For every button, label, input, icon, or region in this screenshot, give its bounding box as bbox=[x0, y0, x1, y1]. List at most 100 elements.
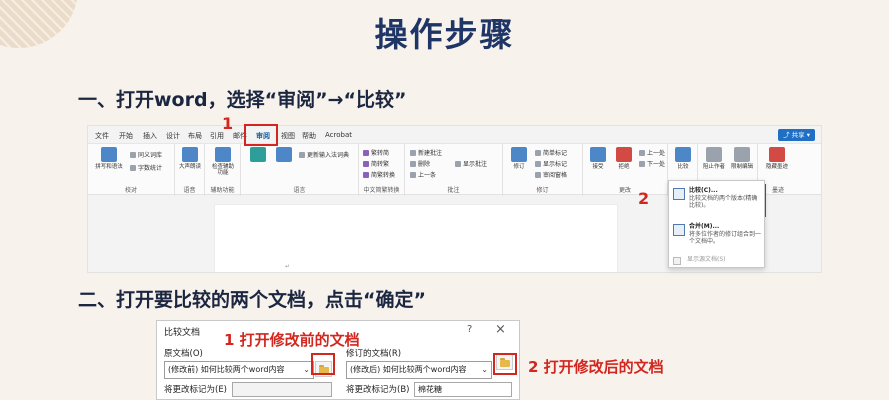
chinese-conversion-button[interactable]: 简繁转换 bbox=[363, 170, 395, 179]
tab-file[interactable]: 文件 bbox=[95, 131, 109, 141]
combine-icon bbox=[673, 224, 685, 236]
show-comments-icon bbox=[455, 161, 461, 167]
next-change-button[interactable]: 下一处 bbox=[639, 159, 665, 168]
previous-comment-button[interactable]: 上一条 bbox=[410, 170, 436, 179]
group-label-comments: 批注 bbox=[447, 187, 460, 194]
group-accessibility: 检查辅助功能 辅助功能 bbox=[205, 144, 241, 196]
step-two-heading: 二、打开要比较的两个文档，点击“确定” bbox=[78, 289, 426, 311]
group-tracking: 修订 简单标记 显示标记 审阅窗格 修订 bbox=[503, 144, 583, 196]
group-label-speech: 语音 bbox=[183, 187, 196, 194]
show-markup-icon bbox=[535, 161, 541, 167]
delete-comment-button[interactable]: 删除 bbox=[410, 159, 430, 168]
compare-dropdown-menu: 比较(C)... 比较文档的两个版本(精确比较)。 合并(M)... 将多位作者… bbox=[668, 180, 765, 268]
accept-button[interactable]: 接受 bbox=[585, 147, 611, 170]
group-chinese-conversion: 繁转简 简转繁 简繁转换 中文简繁转换 bbox=[359, 144, 405, 196]
tab-layout[interactable]: 布局 bbox=[188, 131, 202, 141]
tab-home[interactable]: 开始 bbox=[119, 131, 133, 141]
group-comments: 新建批注 删除 上一条 显示批注 批注 bbox=[405, 144, 503, 196]
thesaurus-icon bbox=[130, 152, 136, 158]
group-proofing: 拼写和语法 同义词库 字数统计 校对 bbox=[88, 144, 175, 196]
highlight-open-original bbox=[311, 353, 335, 375]
reject-button[interactable]: 拒绝 bbox=[611, 147, 637, 170]
track-changes-button[interactable]: 修订 bbox=[506, 147, 532, 170]
markup-icon bbox=[535, 150, 541, 156]
language-button[interactable] bbox=[271, 147, 297, 164]
group-label-tracking: 修订 bbox=[536, 187, 549, 194]
paragraph-mark: ↵ bbox=[285, 263, 291, 270]
delete-icon bbox=[410, 161, 416, 167]
document-page[interactable] bbox=[214, 204, 618, 272]
markup-dropdown[interactable]: 简单标记 bbox=[535, 148, 567, 157]
original-document-select[interactable]: (修改前) 如何比较两个word内容 ⌄ bbox=[164, 361, 314, 379]
previous-change-icon bbox=[639, 150, 645, 156]
traditional-to-simplified-button[interactable]: 繁转简 bbox=[363, 148, 389, 157]
reject-icon bbox=[616, 147, 632, 162]
convert-icon bbox=[363, 161, 369, 167]
block-authors-button[interactable]: 阻止作者 bbox=[701, 147, 727, 170]
compare-icon bbox=[673, 188, 685, 200]
group-speech: 大声朗读 语音 bbox=[175, 144, 205, 196]
new-comment-button[interactable]: 新建批注 bbox=[410, 148, 442, 157]
comment-icon bbox=[410, 150, 416, 156]
language-icon bbox=[276, 147, 292, 162]
convert-icon bbox=[363, 150, 369, 156]
dialog-title: 比较文档 bbox=[164, 328, 201, 338]
dictionary-icon bbox=[299, 152, 305, 158]
reviewing-pane-button[interactable]: 审阅窗格 bbox=[535, 170, 567, 179]
revised-mark-changes-input[interactable]: 棉花糖 bbox=[414, 382, 512, 397]
group-changes: 接受 拒绝 上一处 下一处 更改 bbox=[583, 144, 668, 196]
word-count-button[interactable]: 字数统计 bbox=[130, 163, 162, 172]
chevron-down-icon: ⌄ bbox=[303, 365, 310, 374]
read-aloud-icon bbox=[182, 147, 198, 162]
update-ime-dictionary-button[interactable]: 更新输入法词典 bbox=[299, 150, 349, 159]
highlight-open-revised bbox=[493, 353, 517, 375]
translate-button[interactable] bbox=[245, 147, 271, 164]
highlight-review-tab bbox=[244, 124, 278, 146]
group-language: 更新输入法词典 语言 bbox=[241, 144, 359, 196]
restrict-editing-icon bbox=[734, 147, 750, 162]
thesaurus-button[interactable]: 同义词库 bbox=[130, 150, 162, 159]
restrict-editing-button[interactable]: 限制编辑 bbox=[729, 147, 755, 170]
simplified-to-traditional-button[interactable]: 简转繁 bbox=[363, 159, 389, 168]
convert-icon bbox=[363, 172, 369, 178]
read-aloud-button[interactable]: 大声朗读 bbox=[177, 147, 203, 170]
compare-item-title: 比较(C)... bbox=[689, 187, 718, 194]
track-changes-icon bbox=[511, 147, 527, 162]
annotation-open-after: 2 打开修改后的文档 bbox=[528, 358, 664, 376]
revised-mark-changes-label: 将更改标记为(B) bbox=[346, 385, 410, 395]
show-markup-button[interactable]: 显示标记 bbox=[535, 159, 567, 168]
next-change-icon bbox=[639, 161, 645, 167]
tab-acrobat[interactable]: Acrobat bbox=[325, 131, 352, 139]
compare-button[interactable]: 比较 bbox=[670, 147, 696, 170]
original-mark-changes-input[interactable] bbox=[232, 382, 332, 397]
combine-item-description: 将多位作者的修订组合到一个文档中。 bbox=[689, 230, 762, 246]
revised-document-select[interactable]: (修改后) 如何比较两个word内容 ⌄ bbox=[346, 361, 492, 379]
compare-icon bbox=[675, 147, 691, 162]
group-label-accessibility: 辅助功能 bbox=[210, 187, 235, 194]
accessibility-icon bbox=[215, 147, 231, 162]
group-label-language: 语言 bbox=[293, 187, 306, 194]
help-button[interactable]: ? bbox=[467, 324, 472, 335]
previous-change-button[interactable]: 上一处 bbox=[639, 148, 665, 157]
slide-title: 操作步骤 bbox=[374, 15, 515, 54]
show-comments-button[interactable]: 显示批注 bbox=[455, 159, 487, 168]
previous-icon bbox=[410, 172, 416, 178]
tab-design[interactable]: 设计 bbox=[166, 131, 180, 141]
share-button[interactable]: ⤴ 共享 ▾ bbox=[778, 129, 815, 141]
combine-item-title: 合并(M)... bbox=[689, 223, 720, 230]
tab-help[interactable]: 帮助 bbox=[302, 131, 316, 141]
tab-insert[interactable]: 插入 bbox=[143, 131, 157, 141]
tab-view[interactable]: 视图 bbox=[281, 131, 295, 141]
original-document-label: 原文档(O) bbox=[164, 349, 203, 359]
translate-icon bbox=[250, 147, 266, 162]
hide-ink-icon bbox=[769, 147, 785, 162]
original-mark-changes-label: 将更改标记为(E) bbox=[164, 385, 228, 395]
hide-ink-button[interactable]: 隐藏墨迹 bbox=[764, 147, 790, 170]
check-accessibility-button[interactable]: 检查辅助功能 bbox=[210, 147, 236, 176]
marker-one: 1 bbox=[222, 114, 234, 133]
close-button[interactable]: × bbox=[495, 322, 506, 337]
compare-item-description: 比较文档的两个版本(精确比较)。 bbox=[689, 194, 758, 210]
accept-icon bbox=[590, 147, 606, 162]
share-icon: ⤴ bbox=[783, 131, 792, 139]
spelling-grammar-button[interactable]: 拼写和语法 bbox=[91, 147, 127, 170]
